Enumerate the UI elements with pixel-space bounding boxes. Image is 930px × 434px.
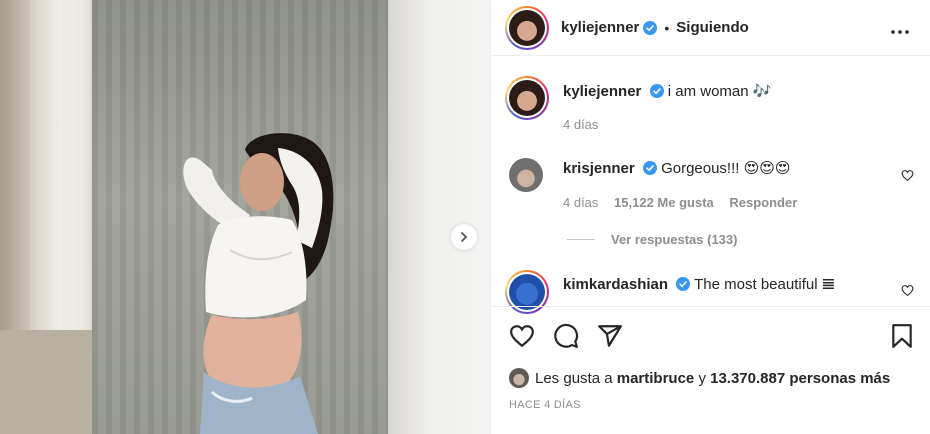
reply-button[interactable]: Responder xyxy=(729,195,797,210)
liker-avatar[interactable] xyxy=(509,368,529,388)
comment-text: Gorgeous!!! 😍😍😍 xyxy=(661,160,791,177)
comment-likes[interactable]: 15,122 Me gusta xyxy=(614,195,714,210)
comment-avatar[interactable] xyxy=(509,158,543,192)
caption-avatar[interactable] xyxy=(505,76,549,120)
likes-summary: Les gusta a martibruce y 13.370.887 pers… xyxy=(509,368,890,388)
comment-age: 4 días xyxy=(563,195,599,210)
post-actions: Les gusta a martibruce y 13.370.887 pers… xyxy=(491,306,930,434)
share-icon[interactable] xyxy=(597,323,623,349)
photo-figure xyxy=(183,133,334,434)
post-timestamp: HACE 4 DÍAS xyxy=(509,399,581,411)
liker-username[interactable]: martibruce xyxy=(617,370,695,387)
likes-count[interactable]: 13.370.887 personas más xyxy=(710,370,890,387)
comment-heart-icon[interactable] xyxy=(901,169,914,182)
separator-dot: • xyxy=(664,19,670,36)
post-photo[interactable] xyxy=(0,0,490,434)
verified-badge-icon xyxy=(676,277,691,291)
author-username[interactable]: kyliejenner xyxy=(561,19,639,36)
verified-badge-icon xyxy=(643,20,658,35)
caption-row: kyliejenner i am woman 🎶 xyxy=(505,76,771,120)
replies-divider xyxy=(567,239,595,240)
caption-username[interactable]: kyliejenner xyxy=(563,83,641,100)
likes-prefix: Les gusta a xyxy=(535,369,613,387)
bookmark-icon[interactable] xyxy=(889,323,915,349)
comment-text: The most beautiful 𝌆 xyxy=(694,276,836,293)
verified-badge-icon xyxy=(642,161,657,175)
next-photo-button[interactable] xyxy=(451,224,477,250)
comment-meta: 4 días 15,122 Me gusta Responder xyxy=(563,195,797,210)
verified-badge-icon xyxy=(649,84,664,98)
heart-icon[interactable] xyxy=(509,323,535,349)
caption-age: 4 días xyxy=(563,117,599,132)
comment-username[interactable]: kimkardashian xyxy=(563,276,668,293)
more-options-icon[interactable] xyxy=(891,14,909,40)
likes-connector: y xyxy=(698,369,706,387)
view-replies-label: Ver respuestas (133) xyxy=(611,232,738,247)
post-side-panel: kyliejenner • Siguiendo kyliejenner i am… xyxy=(490,0,930,434)
view-replies-button[interactable]: Ver respuestas (133) xyxy=(567,232,737,247)
follow-status-button[interactable]: Siguiendo xyxy=(676,19,749,36)
comment-username[interactable]: krisjenner xyxy=(563,160,635,177)
caption-text: i am woman 🎶 xyxy=(667,83,772,100)
comment-heart-icon[interactable] xyxy=(901,284,914,297)
author-avatar[interactable] xyxy=(505,5,549,50)
post-header: kyliejenner • Siguiendo xyxy=(491,0,930,56)
chevron-right-icon xyxy=(461,232,468,242)
comment-icon[interactable] xyxy=(553,323,579,349)
comment-row: krisjenner Gorgeous!!! 😍😍😍 xyxy=(509,158,791,192)
